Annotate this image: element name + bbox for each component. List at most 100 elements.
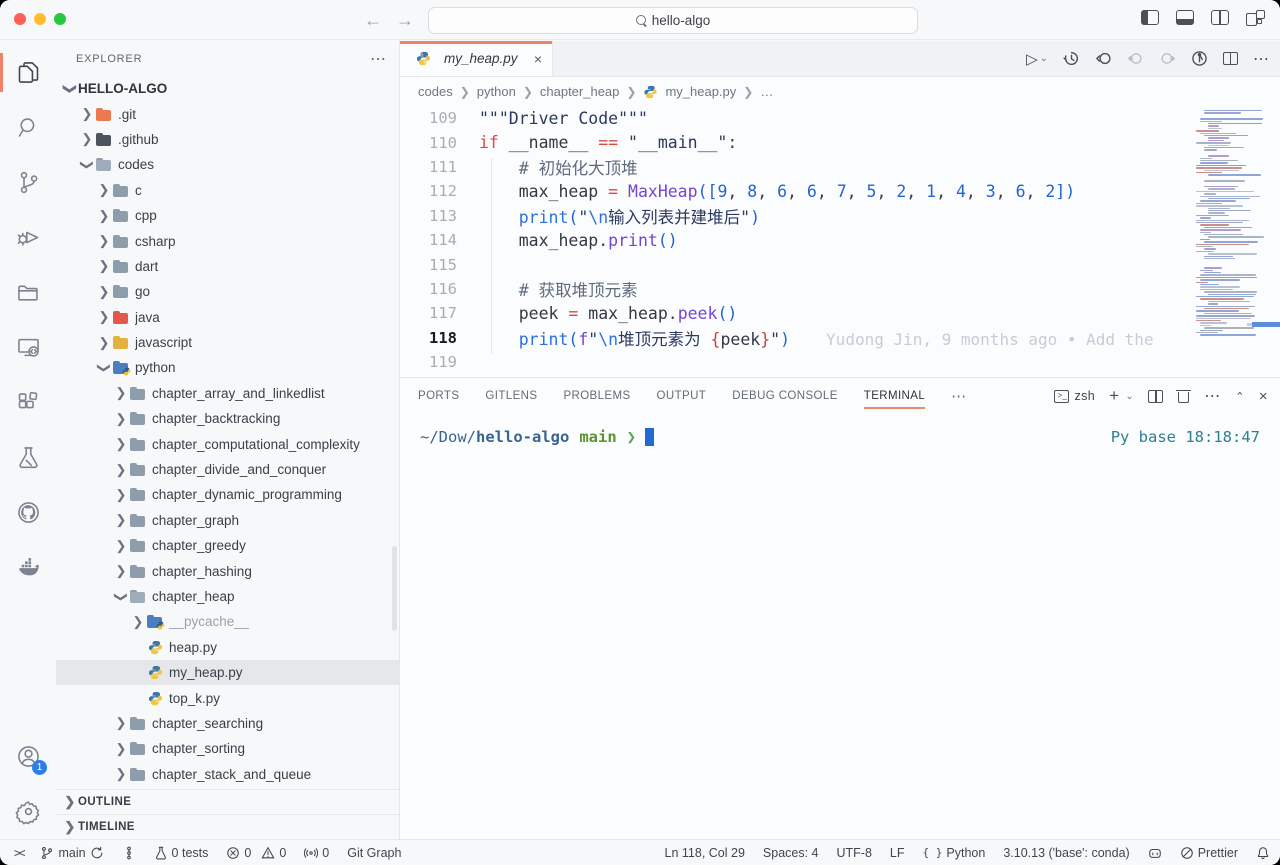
code-line-119[interactable]: 119: [400, 350, 1280, 374]
editor-more-actions-icon[interactable]: ⋯: [1253, 49, 1270, 69]
activity-source-control-icon[interactable]: [0, 155, 56, 210]
tree-folder-HELLO-ALGO[interactable]: ❯HELLO-ALGO: [56, 76, 399, 101]
eol-setting[interactable]: LF: [890, 846, 905, 860]
breadcrumb-item[interactable]: codes: [418, 84, 453, 99]
tree-folder-java[interactable]: ❯java: [56, 305, 399, 330]
zoom-window-button[interactable]: [54, 13, 66, 25]
tree-folder-.git[interactable]: ❯.git: [56, 101, 399, 126]
panel-tab-gitlens[interactable]: GITLENS: [485, 378, 537, 414]
breadcrumb-item[interactable]: my_heap.py: [665, 84, 736, 99]
code-line-114[interactable]: 114 max_heap.print(): [400, 228, 1280, 252]
tree-folder-python[interactable]: ❯python: [56, 355, 399, 380]
code-line-112[interactable]: 112 max_heap = MaxHeap([9, 8, 6, 6, 7, 5…: [400, 179, 1280, 203]
tree-file-my_heap.py[interactable]: my_heap.py: [56, 660, 399, 685]
tree-folder-chapter_dynamic_programming[interactable]: ❯chapter_dynamic_programming: [56, 482, 399, 507]
panel-tab-terminal[interactable]: TERMINAL: [864, 378, 925, 414]
outline-section-header[interactable]: ❯ OUTLINE: [56, 789, 399, 814]
breadcrumb-item[interactable]: python: [477, 84, 516, 99]
tree-folder-cpp[interactable]: ❯cpp: [56, 203, 399, 228]
code-line-116[interactable]: 116 # 获取堆顶元素: [400, 277, 1280, 301]
git-branch-indicator[interactable]: main: [40, 846, 103, 860]
indentation-setting[interactable]: Spaces: 4: [763, 846, 819, 860]
breadcrumb-item[interactable]: chapter_heap: [540, 84, 620, 99]
history-back-button[interactable]: ←: [364, 8, 382, 32]
activity-account-icon[interactable]: 1: [0, 729, 56, 784]
git-graph-status-icon[interactable]: [122, 846, 136, 860]
history-forward-button[interactable]: →: [396, 8, 414, 32]
toggle-secondary-sidebar-icon[interactable]: [1211, 10, 1229, 25]
code-line-113[interactable]: 113 print("\n输入列表并建堆后"): [400, 204, 1280, 228]
git-graph-button[interactable]: Git Graph: [347, 846, 401, 860]
tree-folder-csharp[interactable]: ❯csharp: [56, 228, 399, 253]
tree-folder-chapter_divide_and_conquer[interactable]: ❯chapter_divide_and_conquer: [56, 457, 399, 482]
run-python-file-button[interactable]: ▷⌄: [1026, 50, 1048, 68]
kill-terminal-icon[interactable]: [1177, 389, 1190, 403]
tree-folder-chapter_graph[interactable]: ❯chapter_graph: [56, 508, 399, 533]
split-editor-icon[interactable]: [1223, 52, 1238, 65]
tab-close-icon[interactable]: ×: [534, 51, 542, 67]
terminal-shell-selector[interactable]: >_zsh: [1054, 389, 1095, 403]
code-line-115[interactable]: 115: [400, 252, 1280, 276]
previous-change-icon[interactable]: [1127, 50, 1144, 67]
panel-tab-problems[interactable]: PROBLEMS: [563, 378, 630, 414]
activity-project-folder-icon[interactable]: [0, 265, 56, 320]
gitlens-graph-icon[interactable]: [1191, 50, 1208, 67]
notifications-bell-icon[interactable]: [1256, 846, 1270, 860]
tree-file-top_k.py[interactable]: top_k.py: [56, 685, 399, 710]
activity-docker-icon[interactable]: [0, 540, 56, 595]
activity-run-debug-icon[interactable]: [0, 210, 56, 265]
command-center-search[interactable]: hello-algo: [428, 7, 918, 34]
terminal-dropdown-icon[interactable]: ⌄: [1125, 391, 1134, 402]
prettier-status[interactable]: Prettier: [1180, 846, 1238, 860]
tree-folder-chapter_heap[interactable]: ❯chapter_heap: [56, 584, 399, 609]
breadcrumb-item[interactable]: …: [760, 84, 773, 99]
tree-folder-chapter_hashing[interactable]: ❯chapter_hashing: [56, 558, 399, 583]
terminal[interactable]: ~/Dow/hello-algo main ❯ Py base 18:18:47: [400, 414, 1280, 839]
panel-more-actions-icon[interactable]: ⋯: [1204, 386, 1221, 406]
panel-tab-debug-console[interactable]: DEBUG CONSOLE: [732, 378, 838, 414]
code-line-111[interactable]: 111 # 初始化大顶堆: [400, 155, 1280, 179]
remote-indicator[interactable]: ><: [14, 846, 22, 860]
activity-extensions-icon[interactable]: [0, 375, 56, 430]
encoding-setting[interactable]: UTF-8: [837, 846, 872, 860]
tree-folder-javascript[interactable]: ❯javascript: [56, 330, 399, 355]
problems-indicator[interactable]: 0 0: [226, 846, 286, 860]
tree-folder-chapter_array_and_linkedlist[interactable]: ❯chapter_array_and_linkedlist: [56, 381, 399, 406]
test-status[interactable]: 0 tests: [154, 846, 209, 860]
minimize-window-button[interactable]: [34, 13, 46, 25]
sidebar-scrollbar[interactable]: [392, 546, 397, 631]
activity-explorer-icon[interactable]: [0, 45, 56, 100]
python-interpreter[interactable]: 3.10.13 ('base': conda): [1003, 846, 1129, 860]
open-changes-icon[interactable]: [1095, 50, 1112, 67]
timeline-section-header[interactable]: ❯ TIMELINE: [56, 814, 399, 839]
tab-my-heap[interactable]: my_heap.py ×: [400, 41, 553, 76]
tree-folder-codes[interactable]: ❯codes: [56, 152, 399, 177]
maximize-panel-icon[interactable]: ⌃: [1235, 390, 1245, 403]
tree-folder-chapter_stack_and_queue[interactable]: ❯chapter_stack_and_queue: [56, 762, 399, 787]
ports-indicator[interactable]: 0: [304, 846, 329, 860]
next-change-icon[interactable]: [1159, 50, 1176, 67]
customize-layout-icon[interactable]: [1246, 10, 1264, 25]
panel-tab-output[interactable]: OUTPUT: [657, 378, 707, 414]
code-line-109[interactable]: 109"""Driver Code""": [400, 106, 1280, 130]
tree-folder-__pycache__[interactable]: ❯__pycache__: [56, 609, 399, 634]
activity-search-icon[interactable]: [0, 100, 56, 155]
file-history-icon[interactable]: [1063, 50, 1080, 67]
close-panel-icon[interactable]: ×: [1259, 388, 1268, 405]
tree-folder-chapter_sorting[interactable]: ❯chapter_sorting: [56, 736, 399, 761]
tree-folder-chapter_greedy[interactable]: ❯chapter_greedy: [56, 533, 399, 558]
code-line-118[interactable]: 118 print(f"\n堆顶元素为 {peek}")Yudong Jin, …: [400, 326, 1280, 350]
tree-folder-go[interactable]: ❯go: [56, 279, 399, 304]
tree-folder-chapter_backtracking[interactable]: ❯chapter_backtracking: [56, 406, 399, 431]
split-terminal-icon[interactable]: [1148, 390, 1163, 403]
panel-tab-ports[interactable]: PORTS: [418, 378, 459, 414]
activity-testing-icon[interactable]: [0, 430, 56, 485]
language-mode[interactable]: { } Python: [923, 846, 986, 860]
toggle-panel-icon[interactable]: [1176, 10, 1194, 25]
tree-folder-.github[interactable]: ❯.github: [56, 127, 399, 152]
code-line-117[interactable]: 117 peek = max_heap.peek(): [400, 301, 1280, 325]
code-line-110[interactable]: 110if __name__ == "__main__":: [400, 130, 1280, 154]
new-terminal-icon[interactable]: +: [1109, 386, 1119, 406]
code-editor[interactable]: 109"""Driver Code"""110if __name__ == "_…: [400, 106, 1280, 377]
explorer-more-actions-icon[interactable]: ⋯: [370, 49, 387, 69]
